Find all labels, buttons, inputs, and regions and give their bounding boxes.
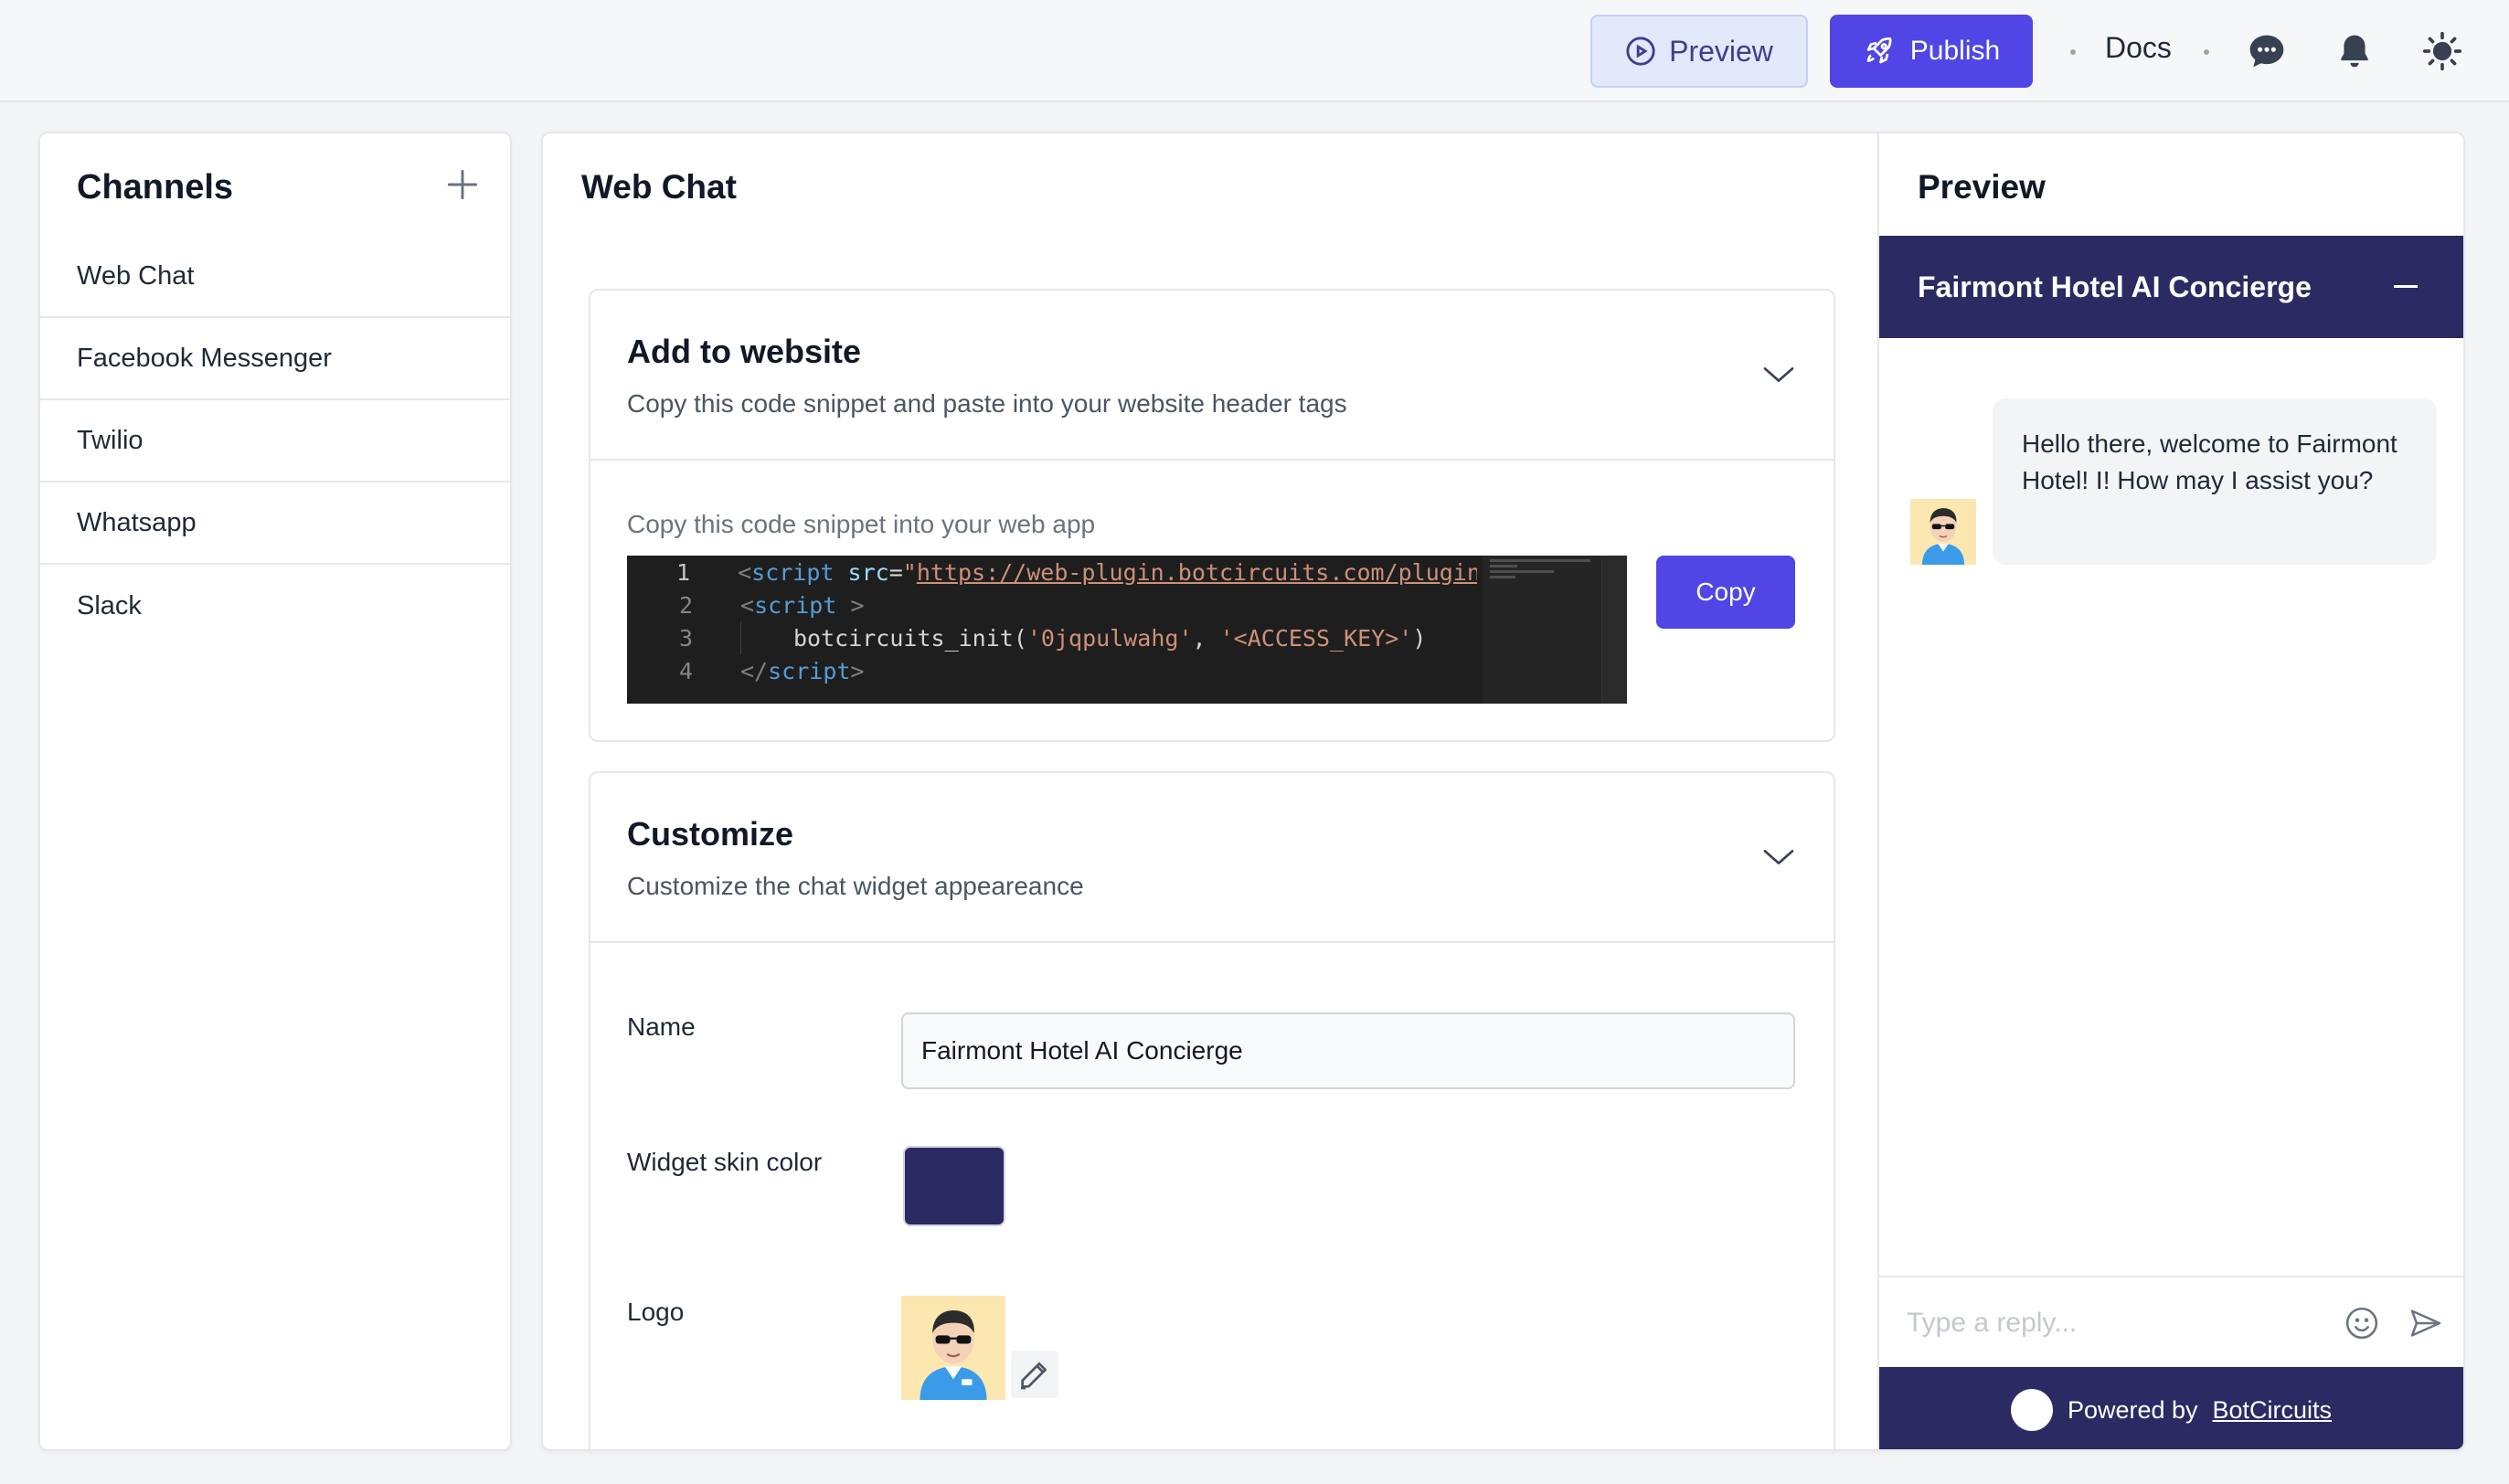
publish-button[interactable]: Publish xyxy=(1830,15,2033,88)
play-circle-icon xyxy=(1626,37,1655,66)
page-title: Web Chat xyxy=(581,168,737,206)
channel-item-slack[interactable]: Slack xyxy=(40,565,510,647)
logo-image[interactable] xyxy=(901,1296,1005,1400)
widget-header: Fairmont Hotel AI Concierge xyxy=(1879,236,2463,338)
separator-dot xyxy=(2070,49,2076,55)
customize-subtitle: Customize the chat widget appeareance xyxy=(627,872,1084,900)
add-to-website-card: Add to website Copy this code snippet an… xyxy=(589,289,1835,742)
line-number: 1 xyxy=(676,558,691,586)
chevron-down-icon[interactable] xyxy=(1760,839,1797,875)
line-number: 3 xyxy=(678,624,693,652)
channel-list: Web Chat Facebook Messenger Twilio Whats… xyxy=(40,236,510,647)
powered-by-text: Powered by xyxy=(2067,1395,2198,1424)
init-function: botcircuits_init( xyxy=(793,624,1027,652)
docs-link[interactable]: Docs xyxy=(2105,31,2172,65)
channel-item-facebook-messenger[interactable]: Facebook Messenger xyxy=(40,318,510,400)
add-to-website-subtitle: Copy this code snippet and paste into yo… xyxy=(627,389,1347,418)
botcircuits-link[interactable]: BotCircuits xyxy=(2213,1396,2333,1425)
reply-area xyxy=(1879,1276,2463,1367)
add-to-website-title: Add to website xyxy=(627,333,862,370)
channel-item-whatsapp[interactable]: Whatsapp xyxy=(40,482,510,565)
line-number: 4 xyxy=(678,657,693,684)
edit-logo-button[interactable] xyxy=(1011,1351,1058,1398)
plus-icon[interactable] xyxy=(442,164,483,205)
name-label: Name xyxy=(627,1012,696,1041)
channel-item-twilio[interactable]: Twilio xyxy=(40,400,510,482)
access-key-arg: '<ACCESS_KEY>' xyxy=(1219,624,1413,652)
code-line: 1 <script src="https://web-plugin.botcir… xyxy=(627,556,1477,588)
name-input[interactable] xyxy=(901,1012,1795,1089)
bot-avatar-icon xyxy=(901,1296,1005,1400)
line-number: 2 xyxy=(678,591,693,619)
reply-input[interactable] xyxy=(1907,1298,2327,1349)
chevron-down-icon[interactable] xyxy=(1760,356,1797,393)
pencil-edit-icon xyxy=(1021,1362,1047,1390)
preview-button[interactable]: Preview xyxy=(1590,15,1808,88)
powered-logo-icon xyxy=(2010,1389,2053,1431)
main-panel: Web Chat Add to website Copy this code s… xyxy=(541,132,1879,1451)
code-minimap[interactable] xyxy=(1483,556,1601,704)
customize-header[interactable]: Customize Customize the chat widget appe… xyxy=(590,773,1834,943)
skin-color-label: Widget skin color xyxy=(627,1148,823,1176)
add-to-website-header[interactable]: Add to website Copy this code snippet an… xyxy=(590,291,1834,461)
channel-item-web-chat[interactable]: Web Chat xyxy=(40,236,510,318)
sun-icon[interactable] xyxy=(2422,31,2462,71)
code-line: 4 </script> xyxy=(627,654,1477,687)
code-editor[interactable]: 1 <script src="https://web-plugin.botcir… xyxy=(627,556,1627,704)
top-bar: Preview Publish Docs xyxy=(0,0,2509,102)
code-scrollbar[interactable] xyxy=(1601,556,1627,704)
copy-button[interactable]: Copy xyxy=(1656,556,1795,629)
channels-title: Channels xyxy=(77,168,234,207)
bell-icon[interactable] xyxy=(2334,31,2375,71)
channels-panel: Channels Web Chat Facebook Messenger Twi… xyxy=(38,132,512,1451)
send-icon[interactable] xyxy=(2408,1305,2444,1341)
preview-panel: Preview Fairmont Hotel AI Concierge Hell… xyxy=(1877,132,2465,1451)
code-line: 3 botcircuits_init('0jqpulwahg', '<ACCES… xyxy=(627,621,1477,654)
logo-label: Logo xyxy=(627,1298,685,1326)
publish-button-label: Publish xyxy=(1909,36,2001,66)
preview-button-label: Preview xyxy=(1669,34,1773,68)
powered-by-footer: Powered by BotCircuits xyxy=(1879,1367,2463,1449)
customize-title: Customize xyxy=(627,815,794,853)
bot-id-arg: '0jqpulwahg' xyxy=(1026,624,1193,652)
snippet-label: Copy this code snippet into your web app xyxy=(627,510,1096,538)
bot-avatar-icon xyxy=(1910,499,1976,565)
customize-card: Customize Customize the chat widget appe… xyxy=(589,771,1835,1449)
bot-message-bubble: Hello there, welcome to Fairmont Hotel! … xyxy=(1993,398,2437,565)
smiley-icon[interactable] xyxy=(2344,1305,2380,1341)
avatar xyxy=(1910,499,1976,565)
minimize-icon[interactable] xyxy=(2394,285,2418,288)
chat-bubble-icon[interactable] xyxy=(2247,31,2287,71)
code-line: 2 <script > xyxy=(627,588,1477,621)
plugin-url: https://web-plugin.botcircuits.com/plugi… xyxy=(916,558,1477,586)
widget-title: Fairmont Hotel AI Concierge xyxy=(1918,270,2312,303)
skin-color-swatch[interactable] xyxy=(903,1146,1005,1226)
preview-title: Preview xyxy=(1918,168,2046,206)
rocket-icon xyxy=(1866,37,1892,64)
separator-dot xyxy=(2204,49,2209,55)
